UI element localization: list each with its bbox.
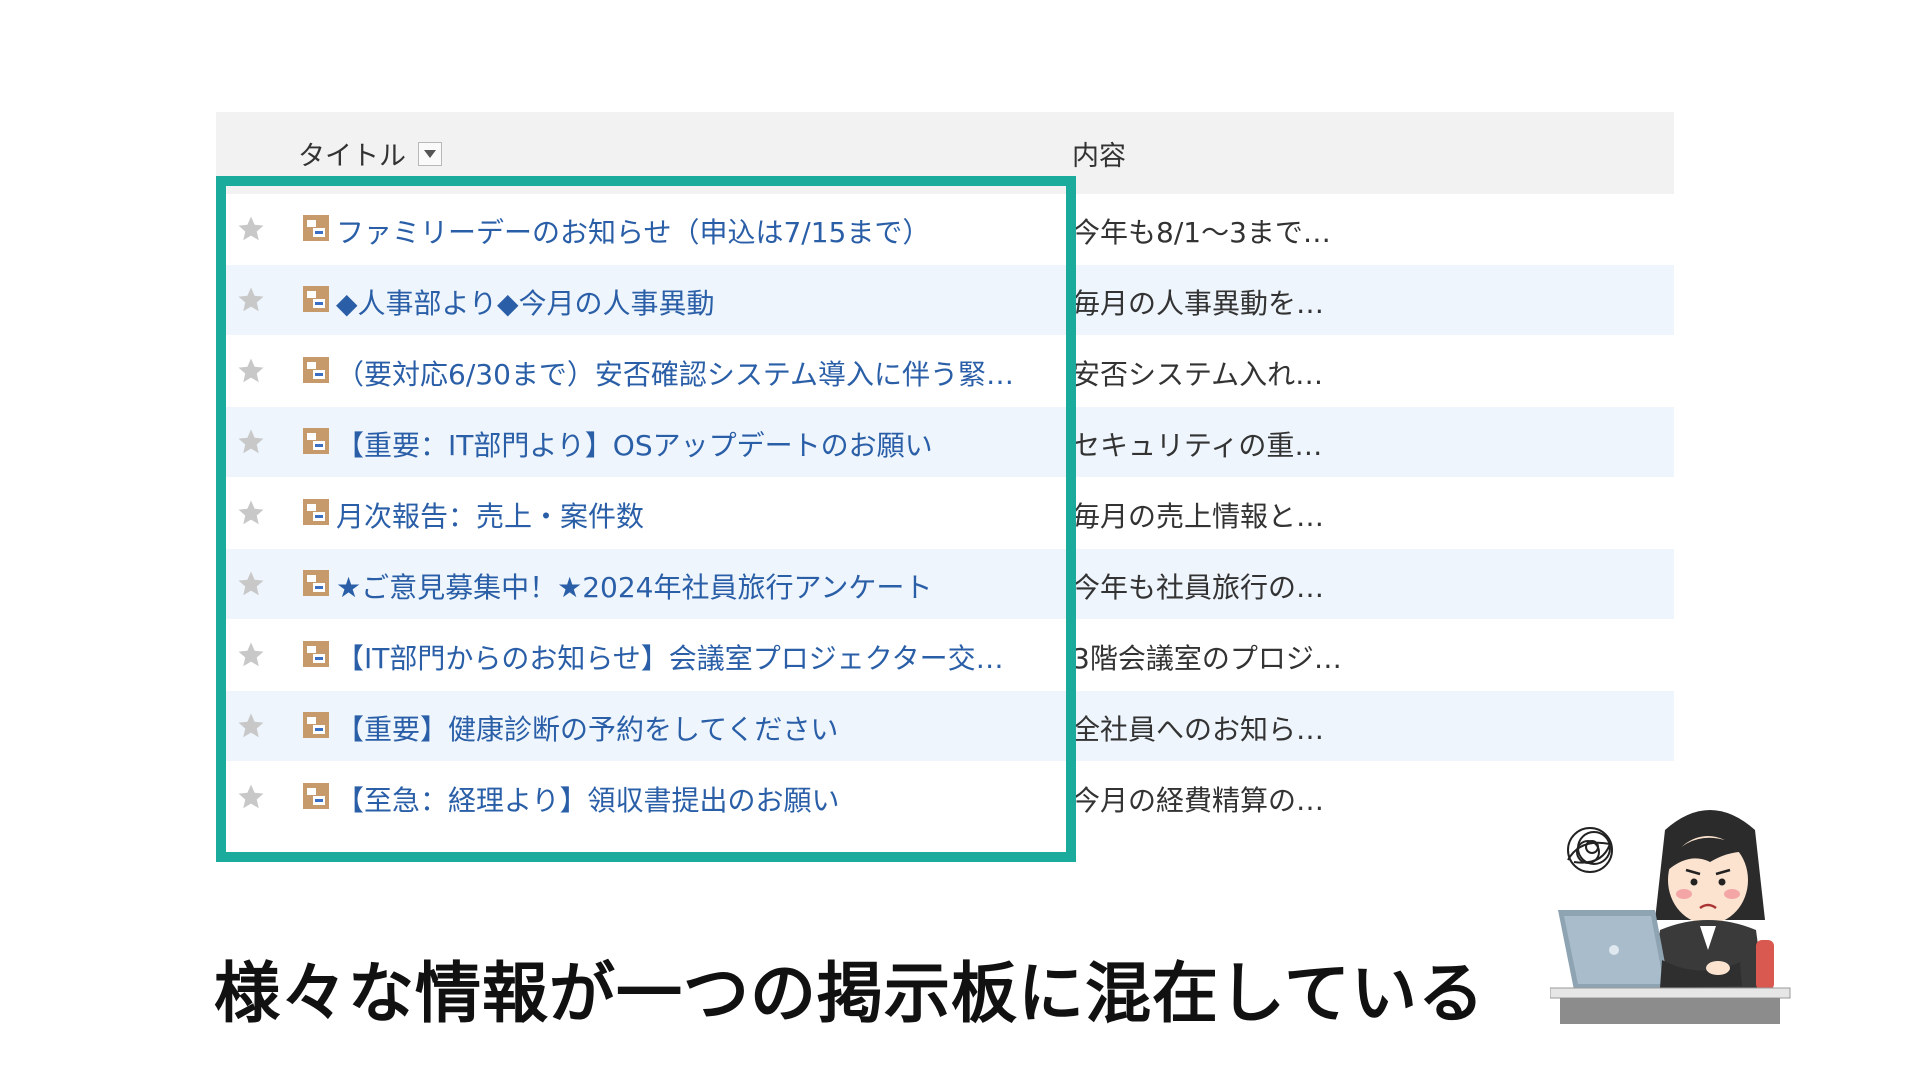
content-column-header: 内容 — [1072, 141, 1126, 172]
title-column-label: タイトル — [298, 141, 406, 172]
post-title-link[interactable]: ★ご意見募集中！★2024年社員旅行アンケート — [336, 566, 1166, 606]
star-icon[interactable] — [234, 709, 268, 743]
title-column-header[interactable]: タイトル — [298, 134, 442, 173]
table-row: 【重要：IT部門より】OSアップデートのお願い セキュリティの重… — [216, 407, 1674, 478]
star-icon[interactable] — [234, 212, 268, 246]
worried-person-illustration — [1549, 790, 1800, 1030]
caption-text: 様々な情報が一つの掲示板に混在している — [214, 955, 1486, 1032]
document-icon — [302, 782, 330, 810]
confusion-scribble-icon — [1567, 827, 1613, 873]
post-content-preview: 今年も8/1〜3まで… — [1072, 216, 1331, 249]
post-content-preview: 毎月の売上情報と… — [1072, 500, 1325, 533]
post-title-link[interactable]: 【重要：IT部門より】OSアップデートのお願い — [336, 424, 1166, 464]
bulletin-board-table: タイトル 内容 ファミリーデーのお知らせ（申込は7/15まで） 今年も8/1〜3ま… — [216, 112, 1674, 833]
star-icon[interactable] — [234, 496, 268, 530]
post-title-link[interactable]: 【IT部門からのお知らせ】会議室プロジェクター交… — [336, 637, 1166, 677]
table-header: タイトル 内容 — [216, 112, 1674, 194]
document-icon — [302, 711, 330, 739]
table-row: 【重要】健康診断の予約をしてください 全社員へのお知ら… — [216, 691, 1674, 762]
post-title-link[interactable]: （要対応6/30まで）安否確認システム導入に伴う緊… — [336, 353, 1166, 393]
post-title-link[interactable]: ファミリーデーのお知らせ（申込は7/15まで） — [336, 211, 1166, 251]
document-icon — [302, 498, 330, 526]
star-icon[interactable] — [234, 354, 268, 388]
post-content-preview: 毎月の人事異動を… — [1072, 287, 1325, 320]
table-row: 【至急：経理より】領収書提出のお願い 今月の経費精算の… — [216, 762, 1674, 833]
sort-dropdown-icon[interactable] — [418, 141, 442, 166]
post-content-preview: セキュリティの重… — [1072, 429, 1323, 462]
post-title-link[interactable]: 【至急：経理より】領収書提出のお願い — [336, 779, 1166, 819]
post-content-preview: 今年も社員旅行の… — [1072, 571, 1325, 604]
table-body: ファミリーデーのお知らせ（申込は7/15まで） 今年も8/1〜3まで… ◆人事部より… — [216, 194, 1674, 833]
star-icon[interactable] — [234, 283, 268, 317]
table-row: ファミリーデーのお知らせ（申込は7/15まで） 今年も8/1〜3まで… — [216, 194, 1674, 265]
document-icon — [302, 214, 330, 242]
post-title-link[interactable]: ◆人事部より◆今月の人事異動 — [336, 282, 1166, 322]
post-title-link[interactable]: 【重要】健康診断の予約をしてください — [336, 708, 1166, 748]
document-icon — [302, 640, 330, 668]
document-icon — [302, 569, 330, 597]
star-icon[interactable] — [234, 780, 268, 814]
table-row: 【IT部門からのお知らせ】会議室プロジェクター交… 3階会議室のプロジ… — [216, 620, 1674, 691]
post-content-preview: 全社員へのお知ら… — [1072, 713, 1325, 746]
table-row: ★ご意見募集中！★2024年社員旅行アンケート 今年も社員旅行の… — [216, 549, 1674, 620]
document-icon — [302, 427, 330, 455]
star-icon[interactable] — [234, 567, 268, 601]
table-row: （要対応6/30まで）安否確認システム導入に伴う緊… 安否システム入れ… — [216, 336, 1674, 407]
post-content-preview: 今月の経費精算の… — [1072, 784, 1325, 817]
document-icon — [302, 285, 330, 313]
star-icon[interactable] — [234, 638, 268, 672]
post-title-link[interactable]: 月次報告：売上・案件数 — [336, 495, 1166, 535]
star-icon[interactable] — [234, 425, 268, 459]
post-content-preview: 3階会議室のプロジ… — [1072, 642, 1342, 675]
table-row: 月次報告：売上・案件数 毎月の売上情報と… — [216, 478, 1674, 549]
post-content-preview: 安否システム入れ… — [1072, 358, 1324, 391]
document-icon — [302, 356, 330, 384]
table-row: ◆人事部より◆今月の人事異動 毎月の人事異動を… — [216, 265, 1674, 336]
